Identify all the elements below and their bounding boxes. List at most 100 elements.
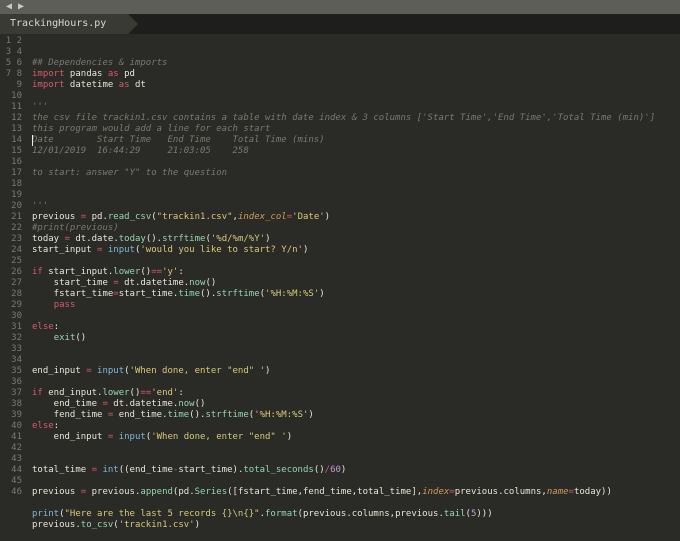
- code-token: now: [178, 399, 194, 409]
- code-token: ): [195, 520, 200, 530]
- code-token: :: [178, 267, 183, 277]
- code-token: ==: [140, 388, 151, 398]
- code-token: dt: [119, 278, 135, 288]
- line-number-gutter: 1 2 3 4 5 6 7 8 9 10 11 12 13 14 15 16 1…: [0, 34, 28, 541]
- code-token: as: [119, 80, 130, 90]
- code-token: to_csv: [81, 520, 114, 530]
- code-token: if: [32, 388, 43, 398]
- code-token: ([fstart_time,fend_time,total_time],: [227, 487, 422, 497]
- code-content[interactable]: ## Dependencies & imports import pandas …: [28, 34, 680, 541]
- code-token: ((end_time: [119, 465, 173, 475]
- code-token: read_csv: [108, 212, 151, 222]
- code-token: start_time: [119, 289, 173, 299]
- code-token: if: [32, 267, 43, 277]
- code-token: (): [130, 388, 141, 398]
- code-token: else: [32, 421, 54, 431]
- code-token: Series: [195, 487, 228, 497]
- code-token: "trackin1.csv": [157, 212, 233, 222]
- code-token: strftime: [162, 234, 205, 244]
- code-token: fstart_time: [32, 289, 113, 299]
- code-token: [32, 333, 54, 343]
- code-token: end_input: [32, 366, 86, 376]
- code-token: columns,: [504, 487, 547, 497]
- code-token: int: [102, 465, 118, 475]
- code-token: 12/01/2019 16:44:29 21:03:05 258: [32, 146, 249, 156]
- code-token: pd: [119, 69, 135, 79]
- code-token: index_col: [238, 212, 287, 222]
- code-token: pass: [54, 300, 76, 310]
- code-token: ''': [32, 102, 48, 112]
- code-token: today: [32, 234, 65, 244]
- code-token: strftime: [205, 410, 248, 420]
- code-token: 60: [330, 465, 341, 475]
- code-token: (pd: [173, 487, 189, 497]
- code-token: ))): [476, 509, 492, 519]
- nav-back-icon[interactable]: ◀: [6, 3, 14, 11]
- code-token: ): [265, 366, 270, 376]
- code-token: exit: [54, 333, 76, 343]
- code-token: '%H:%M:%S': [265, 289, 319, 299]
- code-token: Date Start Time End Time Total Time (min…: [32, 135, 325, 145]
- code-token: :: [178, 388, 183, 398]
- code-token: previous: [32, 212, 81, 222]
- code-token: fend_time: [32, 410, 108, 420]
- code-token: as: [108, 69, 119, 79]
- code-token: "Here are the last 5 records {}\n{}": [65, 509, 260, 519]
- code-token: dt: [130, 80, 146, 90]
- code-token: start_input: [43, 267, 108, 277]
- code-token: 'When done, enter "end" ': [130, 366, 265, 376]
- code-token: datetime: [65, 80, 119, 90]
- code-token: '%H:%M:%S': [254, 410, 308, 420]
- code-token: strftime: [216, 289, 259, 299]
- code-token: ): [325, 212, 330, 222]
- tab-filename: TrackingHours.py: [10, 18, 106, 29]
- code-token: name: [547, 487, 569, 497]
- code-token: start_time): [178, 465, 238, 475]
- code-token: dt: [108, 399, 124, 409]
- code-token: ): [287, 432, 292, 442]
- code-token: (): [205, 278, 216, 288]
- editor-area[interactable]: 1 2 3 4 5 6 7 8 9 10 11 12 13 14 15 16 1…: [0, 34, 680, 541]
- code-token: (): [146, 234, 157, 244]
- code-token: [32, 300, 54, 310]
- code-token: dt: [70, 234, 86, 244]
- code-token: end_time: [113, 410, 162, 420]
- code-token: to start: answer "Y" to the question: [32, 168, 227, 178]
- code-token: ==: [151, 267, 162, 277]
- code-token: else: [32, 322, 54, 332]
- code-token: previous: [86, 487, 135, 497]
- code-token: end_input: [32, 432, 108, 442]
- code-token: total_seconds: [243, 465, 313, 475]
- code-token: 'Date': [292, 212, 325, 222]
- code-token: datetime: [130, 399, 173, 409]
- code-token: input: [108, 245, 135, 255]
- code-token: lower: [102, 388, 129, 398]
- nav-forward-icon[interactable]: ▶: [18, 3, 26, 11]
- code-token: previous: [32, 520, 75, 530]
- code-token: 'trackin1.csv': [119, 520, 195, 530]
- code-token: (): [314, 465, 325, 475]
- code-token: format: [265, 509, 298, 519]
- code-token: 'end': [151, 388, 178, 398]
- tab-file[interactable]: TrackingHours.py: [0, 14, 128, 34]
- code-token: today: [119, 234, 146, 244]
- code-token: time: [178, 289, 200, 299]
- code-token: this program would add a line for each s…: [32, 124, 270, 134]
- code-token: ): [341, 465, 346, 475]
- code-token: :: [54, 421, 59, 431]
- code-token: 'When done, enter "end" ': [151, 432, 286, 442]
- code-token: pd: [86, 212, 102, 222]
- code-token: datetime: [140, 278, 183, 288]
- code-token: lower: [113, 267, 140, 277]
- code-token: now: [189, 278, 205, 288]
- code-token: today)): [574, 487, 612, 497]
- code-token: ## Dependencies & imports: [32, 58, 167, 68]
- code-token: date: [92, 234, 114, 244]
- code-token: (): [200, 289, 211, 299]
- code-token: end_input: [43, 388, 97, 398]
- code-token: tail: [444, 509, 466, 519]
- code-token: #print(previous): [32, 223, 119, 233]
- code-token: (): [75, 333, 86, 343]
- code-token: (previous: [298, 509, 347, 519]
- code-token: start_time: [32, 278, 113, 288]
